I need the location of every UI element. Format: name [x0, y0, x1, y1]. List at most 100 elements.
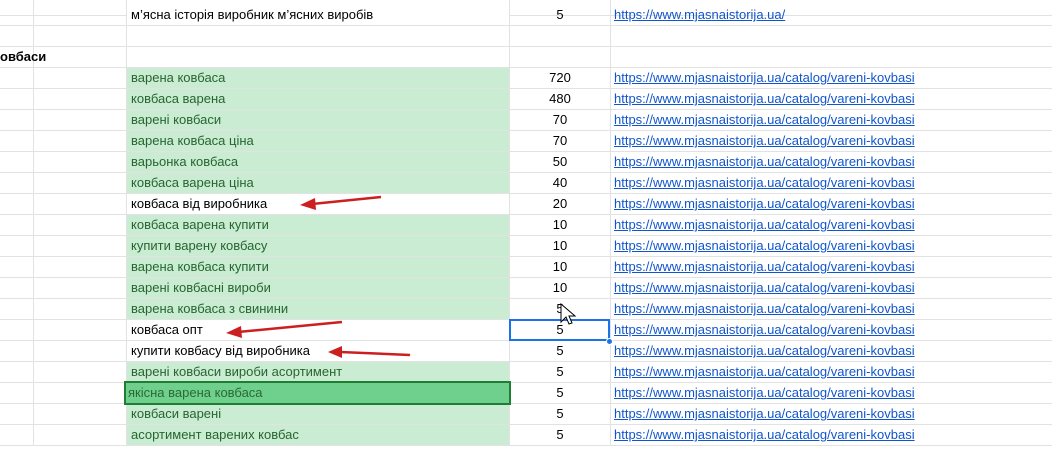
grid-cell[interactable]: [0, 362, 34, 383]
url-link[interactable]: https://www.mjasnaistorija.ua/catalog/va…: [614, 364, 915, 379]
url-cell[interactable]: https://www.mjasnaistorija.ua/catalog/va…: [611, 131, 1052, 152]
url-link[interactable]: https://www.mjasnaistorija.ua/catalog/va…: [614, 259, 915, 274]
url-cell[interactable]: https://www.mjasnaistorija.ua/catalog/va…: [611, 362, 1052, 383]
volume-cell[interactable]: 10: [510, 215, 611, 236]
keyword-cell[interactable]: ковбаса від виробника: [127, 194, 510, 215]
url-link[interactable]: https://www.mjasnaistorija.ua/catalog/va…: [614, 133, 915, 148]
grid-cell[interactable]: [34, 110, 127, 131]
keyword-cell[interactable]: варена ковбаса купити: [127, 257, 510, 278]
grid-cell[interactable]: [0, 26, 34, 47]
keyword-cell[interactable]: м’ясна історія виробник м’ясних виробів: [127, 5, 510, 26]
url-cell[interactable]: https://www.mjasnaistorija.ua/catalog/va…: [611, 194, 1052, 215]
keyword-cell[interactable]: варьонка ковбаса: [127, 152, 510, 173]
grid-cell[interactable]: [611, 47, 1052, 68]
volume-cell[interactable]: 5: [510, 425, 611, 446]
volume-cell[interactable]: 480: [510, 89, 611, 110]
active-cell-border[interactable]: [509, 319, 610, 341]
url-link[interactable]: https://www.mjasnaistorija.ua/catalog/va…: [614, 427, 915, 442]
volume-cell[interactable]: 5: [510, 362, 611, 383]
volume-cell[interactable]: 5: [510, 383, 611, 404]
keyword-cell[interactable]: варена ковбаса з свинини: [127, 299, 510, 320]
grid-cell[interactable]: [34, 194, 127, 215]
grid-cell[interactable]: [0, 194, 34, 215]
grid-cell[interactable]: [34, 5, 127, 26]
url-cell[interactable]: https://www.mjasnaistorija.ua/catalog/va…: [611, 404, 1052, 425]
url-link[interactable]: https://www.mjasnaistorija.ua/catalog/va…: [614, 70, 915, 85]
grid-cell[interactable]: [0, 257, 34, 278]
volume-cell[interactable]: 50: [510, 152, 611, 173]
section-label[interactable]: овбаси: [0, 47, 46, 68]
url-link[interactable]: https://www.mjasnaistorija.ua/catalog/va…: [614, 385, 915, 400]
url-cell[interactable]: https://www.mjasnaistorija.ua/catalog/va…: [611, 215, 1052, 236]
url-cell[interactable]: https://www.mjasnaistorija.ua/catalog/va…: [611, 110, 1052, 131]
keyword-cell[interactable]: асортимент варених ковбас: [127, 425, 510, 446]
keyword-cell[interactable]: варена ковбаса ціна: [127, 131, 510, 152]
url-cell[interactable]: https://www.mjasnaistorija.ua/catalog/va…: [611, 152, 1052, 173]
fill-handle[interactable]: [606, 338, 613, 345]
url-link[interactable]: https://www.mjasnaistorija.ua/catalog/va…: [614, 196, 915, 211]
grid-cell[interactable]: [0, 278, 34, 299]
grid-cell[interactable]: [0, 68, 34, 89]
grid-cell[interactable]: [34, 215, 127, 236]
grid-cell[interactable]: [0, 131, 34, 152]
grid-cell[interactable]: [0, 383, 34, 404]
url-link[interactable]: https://www.mjasnaistorija.ua/catalog/va…: [614, 280, 915, 295]
grid-cell[interactable]: [34, 362, 127, 383]
keyword-cell[interactable]: ковбаса опт: [127, 320, 510, 341]
url-cell[interactable]: https://www.mjasnaistorija.ua/: [611, 5, 1052, 26]
volume-cell[interactable]: 5: [510, 341, 611, 362]
grid-cell[interactable]: [34, 404, 127, 425]
url-link[interactable]: https://www.mjasnaistorija.ua/catalog/va…: [614, 112, 915, 127]
grid-cell[interactable]: [0, 236, 34, 257]
keyword-cell[interactable]: варені ковбасні вироби: [127, 278, 510, 299]
keyword-cell[interactable]: варені ковбаси вироби асортимент: [127, 362, 510, 383]
volume-cell[interactable]: 70: [510, 131, 611, 152]
grid-cell[interactable]: [34, 425, 127, 446]
volume-cell[interactable]: 720: [510, 68, 611, 89]
grid-cell[interactable]: [0, 152, 34, 173]
grid-cell[interactable]: [34, 26, 127, 47]
grid-cell[interactable]: [0, 425, 34, 446]
url-link[interactable]: https://www.mjasnaistorija.ua/catalog/va…: [614, 301, 915, 316]
grid-cell[interactable]: [34, 68, 127, 89]
grid-cell[interactable]: [0, 110, 34, 131]
volume-cell[interactable]: 5: [510, 299, 611, 320]
url-link[interactable]: https://www.mjasnaistorija.ua/catalog/va…: [614, 343, 915, 358]
url-link[interactable]: https://www.mjasnaistorija.ua/: [614, 7, 785, 22]
volume-cell[interactable]: 70: [510, 110, 611, 131]
keyword-cell[interactable]: ковбаса варена купити: [127, 215, 510, 236]
volume-cell[interactable]: 10: [510, 236, 611, 257]
url-link[interactable]: https://www.mjasnaistorija.ua/catalog/va…: [614, 154, 915, 169]
url-cell[interactable]: https://www.mjasnaistorija.ua/catalog/va…: [611, 236, 1052, 257]
url-cell[interactable]: https://www.mjasnaistorija.ua/catalog/va…: [611, 68, 1052, 89]
grid-cell[interactable]: [34, 89, 127, 110]
grid-cell[interactable]: [34, 299, 127, 320]
grid-cell[interactable]: [34, 257, 127, 278]
url-link[interactable]: https://www.mjasnaistorija.ua/catalog/va…: [614, 175, 915, 190]
url-cell[interactable]: https://www.mjasnaistorija.ua/catalog/va…: [611, 341, 1052, 362]
grid-cell[interactable]: [0, 89, 34, 110]
volume-cell[interactable]: 20: [510, 194, 611, 215]
keyword-cell[interactable]: купити варену ковбасу: [127, 236, 510, 257]
grid-cell[interactable]: [127, 47, 510, 68]
keyword-cell[interactable]: ковбаса варена ціна: [127, 173, 510, 194]
url-link[interactable]: https://www.mjasnaistorija.ua/catalog/va…: [614, 322, 915, 337]
url-cell[interactable]: https://www.mjasnaistorija.ua/catalog/va…: [611, 173, 1052, 194]
keyword-cell[interactable]: ковбаса варена: [127, 89, 510, 110]
url-link[interactable]: https://www.mjasnaistorija.ua/catalog/va…: [614, 91, 915, 106]
grid-cell[interactable]: [34, 383, 127, 404]
grid-cell[interactable]: [127, 26, 510, 47]
grid-cell[interactable]: [34, 320, 127, 341]
grid-cell[interactable]: [34, 173, 127, 194]
grid-cell[interactable]: [510, 26, 611, 47]
url-cell[interactable]: https://www.mjasnaistorija.ua/catalog/va…: [611, 257, 1052, 278]
keyword-cell[interactable]: варена ковбаса: [127, 68, 510, 89]
volume-cell[interactable]: 40: [510, 173, 611, 194]
grid-cell[interactable]: [34, 278, 127, 299]
keyword-cell[interactable]: ковбаси варені: [127, 404, 510, 425]
url-cell[interactable]: https://www.mjasnaistorija.ua/catalog/va…: [611, 320, 1052, 341]
grid-cell[interactable]: [34, 47, 127, 68]
url-cell[interactable]: https://www.mjasnaistorija.ua/catalog/va…: [611, 278, 1052, 299]
grid-cell[interactable]: [34, 236, 127, 257]
url-link[interactable]: https://www.mjasnaistorija.ua/catalog/va…: [614, 406, 915, 421]
